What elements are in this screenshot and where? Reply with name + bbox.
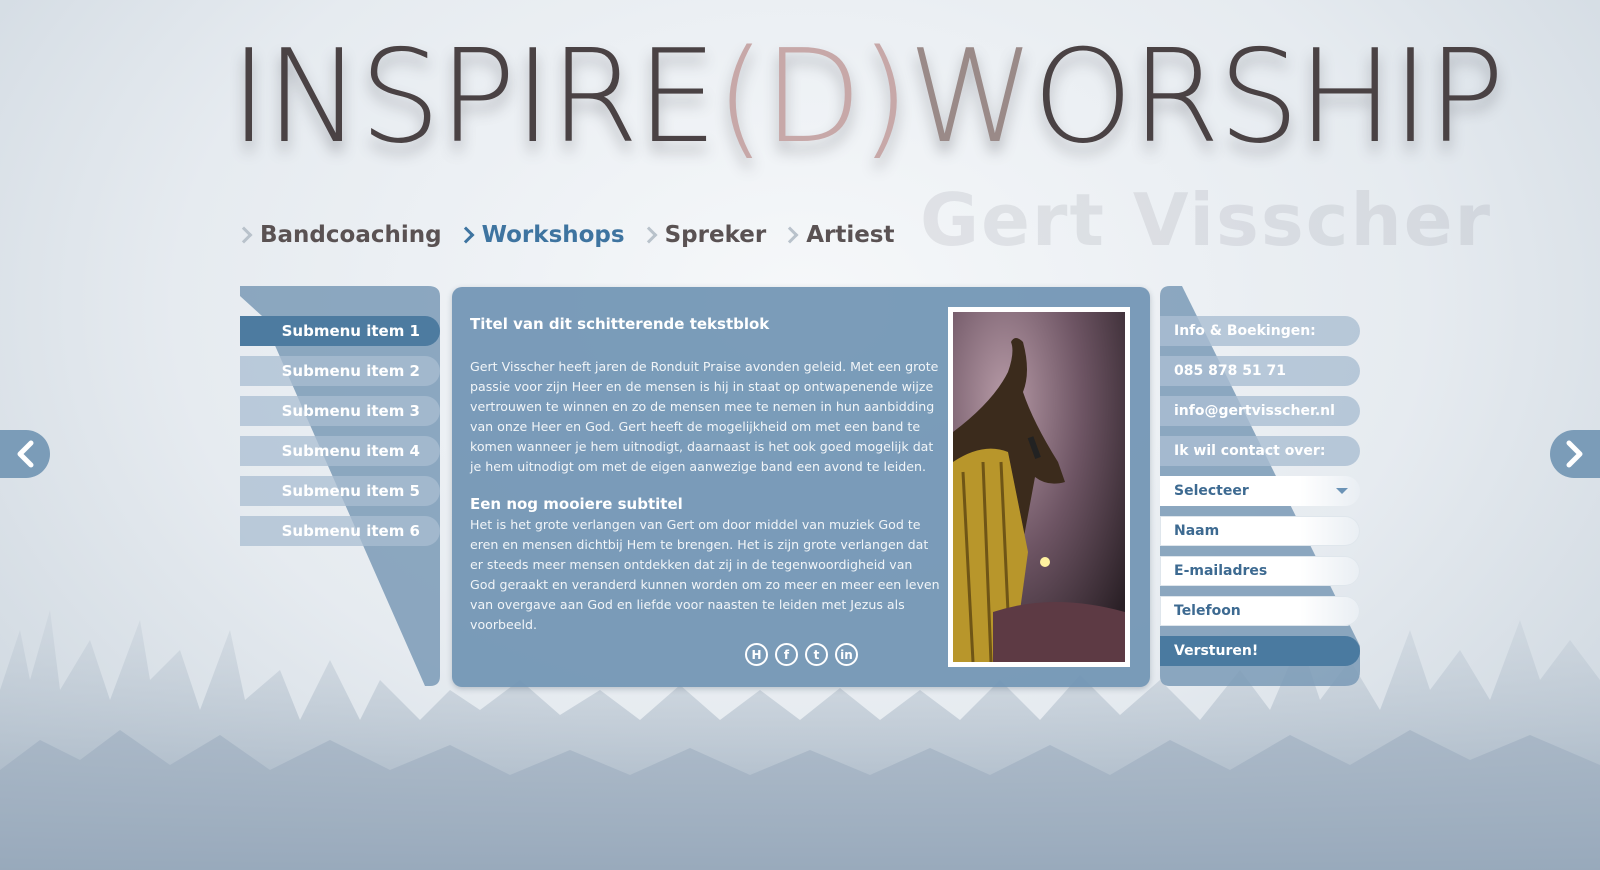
- submenu-item-label: Submenu item 6: [281, 522, 420, 540]
- subject-select[interactable]: Selecteer: [1160, 476, 1360, 506]
- linkedin-icon[interactable]: in: [835, 643, 858, 666]
- logo-text-d: (D): [715, 23, 910, 172]
- facebook-icon[interactable]: f: [775, 643, 798, 666]
- submenu-list: Submenu item 1 Submenu item 2 Submenu it…: [240, 316, 440, 556]
- article-subtitle: Een nog mooiere subtitel: [470, 495, 683, 513]
- hyves-icon[interactable]: H: [745, 643, 768, 666]
- chevron-left-icon: [17, 440, 34, 468]
- email-field-placeholder: E-mailadres: [1174, 563, 1268, 579]
- contact-heading: Info & Boekingen:: [1160, 316, 1360, 346]
- contact-subject-label-text: Ik wil contact over:: [1174, 443, 1326, 459]
- nav-item-bandcoaching[interactable]: Bandcoaching: [235, 222, 442, 248]
- submenu-item-label: Submenu item 5: [281, 482, 420, 500]
- nav-item-label: Artiest: [806, 222, 895, 248]
- logo-text-w: W: [907, 23, 1035, 172]
- social-links: H f t in: [745, 643, 858, 666]
- chevron-right-icon: [457, 226, 475, 244]
- submenu-item-label: Submenu item 4: [281, 442, 420, 460]
- logo-text-orship: ORSHIP: [1032, 23, 1505, 172]
- submit-button-label: Versturen!: [1174, 643, 1259, 659]
- chevron-right-icon: [781, 226, 799, 244]
- submenu-item-label: Submenu item 3: [281, 402, 420, 420]
- contact-phone-text: 085 878 51 71: [1174, 363, 1287, 379]
- submenu-item-5[interactable]: Submenu item 5: [240, 476, 440, 506]
- subject-select-value: Selecteer: [1174, 483, 1249, 499]
- name-field-placeholder: Naam: [1174, 523, 1220, 539]
- nav-item-workshops[interactable]: Workshops: [457, 222, 625, 248]
- submenu-item-label: Submenu item 1: [281, 322, 420, 340]
- nav-item-artiest[interactable]: Artiest: [781, 222, 895, 248]
- article-paragraph: Het is het grote verlangen van Gert om d…: [470, 517, 940, 632]
- submenu-item-6[interactable]: Submenu item 6: [240, 516, 440, 546]
- twitter-icon[interactable]: t: [805, 643, 828, 666]
- singer-on-stage-image: [953, 312, 1125, 663]
- submenu-item-3[interactable]: Submenu item 3: [240, 396, 440, 426]
- chevron-right-icon: [640, 226, 658, 244]
- site-logo[interactable]: INSPIRE(D)WORSHIP: [230, 30, 1505, 165]
- nav-item-label: Bandcoaching: [260, 222, 442, 248]
- chevron-down-icon: [1336, 488, 1348, 494]
- contact-phone[interactable]: 085 878 51 71: [1160, 356, 1360, 386]
- contact-email-text: info@gertvisscher.nl: [1174, 403, 1335, 419]
- previous-arrow-button[interactable]: [0, 430, 50, 478]
- logo-text-inspire: INSPIRE: [230, 23, 717, 172]
- contact-email[interactable]: info@gertvisscher.nl: [1160, 396, 1360, 426]
- submenu-panel: Submenu item 1 Submenu item 2 Submenu it…: [240, 286, 440, 686]
- nav-item-label: Spreker: [664, 222, 767, 248]
- email-field[interactable]: E-mailadres: [1160, 556, 1360, 586]
- chevron-right-icon: [235, 226, 253, 244]
- nav-item-label: Workshops: [481, 222, 625, 248]
- artist-photo: [948, 307, 1130, 667]
- phone-field-placeholder: Telefoon: [1174, 603, 1241, 619]
- article-paragraph: Gert Visscher heeft jaren de Ronduit Pra…: [470, 359, 939, 474]
- chevron-right-icon: [1566, 440, 1583, 468]
- contact-subject-label: Ik wil contact over:: [1160, 436, 1360, 466]
- content-panel: Titel van dit schitterende tekstblok Ger…: [452, 287, 1150, 687]
- name-field[interactable]: Naam: [1160, 516, 1360, 546]
- nav-item-spreker[interactable]: Spreker: [640, 222, 767, 248]
- next-arrow-button[interactable]: [1550, 430, 1600, 478]
- logo-tagline: Gert Visscher: [920, 178, 1493, 262]
- main-navigation: Bandcoaching Workshops Spreker Artiest: [235, 222, 895, 248]
- submit-button[interactable]: Versturen!: [1160, 636, 1360, 666]
- submenu-item-4[interactable]: Submenu item 4: [240, 436, 440, 466]
- contact-panel: Info & Boekingen: 085 878 51 71 info@ger…: [1160, 286, 1360, 686]
- phone-field[interactable]: Telefoon: [1160, 596, 1360, 626]
- article-title: Titel van dit schitterende tekstblok: [470, 315, 770, 333]
- contact-heading-text: Info & Boekingen:: [1174, 323, 1316, 339]
- submenu-item-1[interactable]: Submenu item 1: [240, 316, 440, 346]
- submenu-item-2[interactable]: Submenu item 2: [240, 356, 440, 386]
- submenu-item-label: Submenu item 2: [281, 362, 420, 380]
